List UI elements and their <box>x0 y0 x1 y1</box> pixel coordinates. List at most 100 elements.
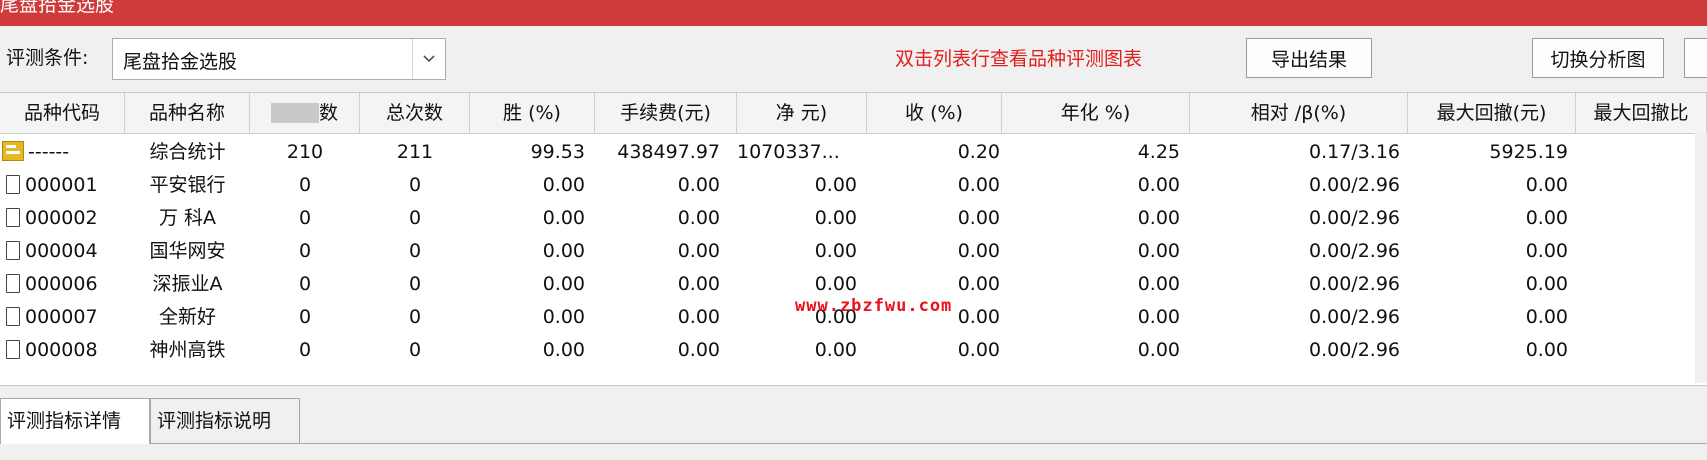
row-drawdown: 0.00 <box>1525 240 1568 262</box>
table-row[interactable]: 000001 平安银行 0 0 0.00 0.00 0.00 0.00 0.00… <box>0 169 1707 202</box>
row-annual: 0.00 <box>1137 240 1180 262</box>
header-total[interactable]: 总次数 <box>360 93 470 133</box>
row-total: 211 <box>396 141 434 163</box>
condition-select-value: 尾盘拾金选股 <box>123 51 238 73</box>
header-drawdown-ratio[interactable]: 最大回撤比 <box>1576 93 1707 133</box>
row-name: 综合统计 <box>149 141 226 163</box>
row-total: 0 <box>408 174 422 196</box>
header-mask <box>270 103 319 123</box>
summary-icon <box>2 141 24 161</box>
row-winrate: 0.00 <box>542 339 585 361</box>
row-code: 000006 <box>0 268 125 301</box>
header-relative[interactable]: 相对 /β(%) <box>1190 93 1408 133</box>
row-relative: 0.00/2.96 <box>1308 207 1400 229</box>
header-wins[interactable]: 数 <box>250 93 360 133</box>
row-net: 0.00 <box>814 207 857 229</box>
row-total: 0 <box>408 273 422 295</box>
table-row[interactable]: 000002 万 科A 0 0 0.00 0.00 0.00 0.00 0.00… <box>0 202 1707 235</box>
row-fee: 0.00 <box>677 207 720 229</box>
vertical-scrollbar[interactable] <box>1695 133 1707 383</box>
row-return: 0.00 <box>957 339 1000 361</box>
row-relative: 0.00/2.96 <box>1308 339 1400 361</box>
row-return: 0.20 <box>957 141 1000 163</box>
chevron-down-icon[interactable] <box>412 39 445 79</box>
row-wins: 0 <box>298 339 312 361</box>
export-results-button[interactable]: 导出结果 <box>1246 38 1372 78</box>
row-wins: 0 <box>298 306 312 328</box>
table-row-summary[interactable]: ------ 综合统计 210 211 99.53 438497.97 1070… <box>0 136 1707 169</box>
row-relative: 0.00/2.96 <box>1308 240 1400 262</box>
row-wins: 0 <box>298 174 312 196</box>
row-code: 000007 <box>0 301 125 334</box>
window-titlebar: 尾盘拾金选股 <box>0 0 1707 26</box>
condition-select[interactable]: 尾盘拾金选股 <box>112 38 446 80</box>
row-net: 0.00 <box>814 174 857 196</box>
tab-indicator-details[interactable]: 评测指标详情 <box>0 398 150 444</box>
row-winrate: 0.00 <box>542 207 585 229</box>
header-name[interactable]: 品种名称 <box>125 93 250 133</box>
row-name: 神州高铁 <box>149 339 226 361</box>
row-name: 深振业A <box>152 273 223 295</box>
header-code[interactable]: 品种代码 <box>0 93 125 133</box>
row-annual: 0.00 <box>1137 339 1180 361</box>
row-winrate: 0.00 <box>542 174 585 196</box>
row-name: 万 科A <box>158 207 217 229</box>
document-icon <box>6 274 20 293</box>
document-icon <box>6 307 20 326</box>
row-total: 0 <box>408 240 422 262</box>
row-relative: 0.17/3.16 <box>1308 141 1400 163</box>
header-net[interactable]: 净 元) <box>737 93 867 133</box>
row-name: 国华网安 <box>149 240 226 262</box>
row-return: 0.00 <box>957 207 1000 229</box>
row-total: 0 <box>408 306 422 328</box>
row-net: 1070337... <box>737 141 840 163</box>
bottom-tabs: 评测指标详情 评测指标说明 <box>0 398 1707 444</box>
row-drawdown: 0.00 <box>1525 174 1568 196</box>
hint-text: 双击列表行查看品种评测图表 <box>895 48 1143 70</box>
row-annual: 0.00 <box>1137 273 1180 295</box>
header-return[interactable]: 收 (%) <box>867 93 1002 133</box>
row-annual: 0.00 <box>1137 207 1180 229</box>
header-drawdown[interactable]: 最大回撤(元) <box>1408 93 1576 133</box>
header-annual[interactable]: 年化 %) <box>1002 93 1190 133</box>
row-winrate: 0.00 <box>542 273 585 295</box>
row-code: 000002 <box>0 202 125 235</box>
row-net: 0.00 <box>814 339 857 361</box>
row-fee: 0.00 <box>677 306 720 328</box>
row-winrate: 0.00 <box>542 306 585 328</box>
row-name: 平安银行 <box>149 174 226 196</box>
document-icon <box>6 175 20 194</box>
tab-divider <box>300 443 1707 444</box>
row-drawdown: 5925.19 <box>1489 141 1568 163</box>
table-row[interactable]: 000008 神州高铁 0 0 0.00 0.00 0.00 0.00 0.00… <box>0 334 1707 367</box>
condition-label: 评测条件: <box>6 47 89 69</box>
row-code: 000001 <box>0 169 125 202</box>
switch-chart-button[interactable]: 切换分析图 <box>1532 38 1664 78</box>
row-wins: 0 <box>298 273 312 295</box>
row-name: 全新好 <box>158 306 216 328</box>
row-net: 0.00 <box>814 240 857 262</box>
row-fee: 0.00 <box>677 240 720 262</box>
header-winrate[interactable]: 胜 (%) <box>470 93 595 133</box>
tab-indicator-description[interactable]: 评测指标说明 <box>150 398 300 444</box>
watermark: www.zbzfwu.com <box>795 296 953 316</box>
row-winrate: 0.00 <box>542 240 585 262</box>
row-relative: 0.00/2.96 <box>1308 174 1400 196</box>
table-row[interactable]: 000004 国华网安 0 0 0.00 0.00 0.00 0.00 0.00… <box>0 235 1707 268</box>
row-relative: 0.00/2.96 <box>1308 273 1400 295</box>
row-code: ------ <box>0 136 125 169</box>
row-fee: 0.00 <box>677 174 720 196</box>
extra-button[interactable] <box>1684 38 1707 78</box>
row-code: 000004 <box>0 235 125 268</box>
row-relative: 0.00/2.96 <box>1308 306 1400 328</box>
table-header: 品种代码 品种名称 数 总次数 胜 (%) 手续费(元) 净 元) 收 (%) … <box>0 93 1707 134</box>
row-annual: 0.00 <box>1137 306 1180 328</box>
results-table[interactable]: 品种代码 品种名称 数 总次数 胜 (%) 手续费(元) 净 元) 收 (%) … <box>0 92 1707 386</box>
row-fee: 438497.97 <box>617 141 720 163</box>
row-annual: 0.00 <box>1137 174 1180 196</box>
row-return: 0.00 <box>957 240 1000 262</box>
row-wins: 0 <box>298 207 312 229</box>
row-wins: 0 <box>298 240 312 262</box>
header-fee[interactable]: 手续费(元) <box>595 93 737 133</box>
document-icon <box>6 340 20 359</box>
